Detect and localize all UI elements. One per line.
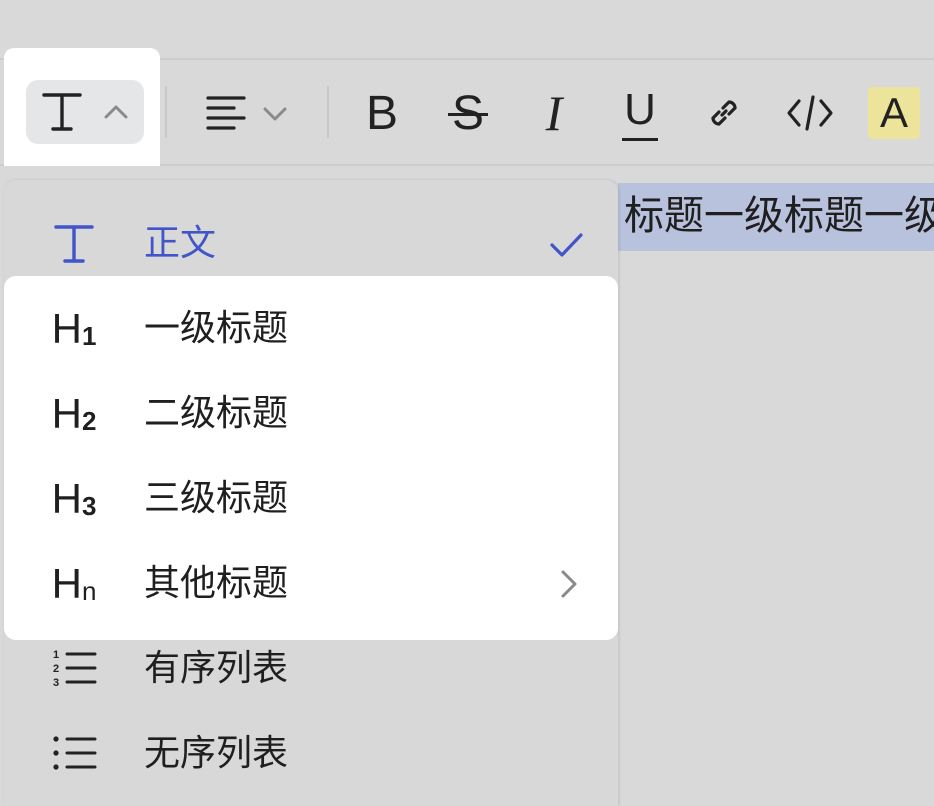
text-T-icon bbox=[36, 86, 88, 138]
heading-n-icon: Hn bbox=[51, 560, 97, 607]
highlight-icon: A bbox=[879, 89, 908, 136]
underline-button[interactable]: U bbox=[612, 85, 668, 141]
underline-icon: U bbox=[622, 85, 658, 141]
editor-window: B S I U A 标题一级标题一级 正文 H1 一级标题 H2 二级标题 H3… bbox=[0, 0, 934, 806]
menu-item-body-text[interactable]: 正文 bbox=[4, 202, 618, 286]
italic-button[interactable]: I bbox=[526, 85, 582, 141]
svg-text:2: 2 bbox=[53, 663, 59, 675]
checkmark-icon bbox=[546, 202, 586, 286]
selected-editor-text[interactable]: 标题一级标题一级标题 bbox=[618, 183, 934, 251]
code-icon bbox=[785, 91, 835, 135]
menu-item-heading-1[interactable]: H1 一级标题 bbox=[4, 287, 618, 371]
italic-icon: I bbox=[545, 85, 563, 141]
bold-icon: B bbox=[365, 86, 398, 140]
chevron-up-icon bbox=[98, 94, 134, 130]
heading-3-icon: H3 bbox=[51, 475, 97, 522]
bold-button[interactable]: B bbox=[354, 86, 410, 140]
svg-text:1: 1 bbox=[53, 649, 59, 661]
menu-item-other-headings[interactable]: Hn 其他标题 bbox=[4, 542, 618, 626]
menu-item-heading-3[interactable]: H3 三级标题 bbox=[4, 457, 618, 541]
svg-text:3: 3 bbox=[53, 677, 59, 689]
strikethrough-icon: S bbox=[447, 86, 488, 141]
strikethrough-button[interactable]: S bbox=[440, 86, 496, 140]
highlight-color-button[interactable]: A bbox=[868, 87, 920, 139]
menu-item-ordered-list[interactable]: 1 2 3 有序列表 bbox=[4, 627, 618, 711]
text-T-icon bbox=[42, 202, 106, 286]
menu-item-label: 三级标题 bbox=[144, 478, 289, 519]
menu-item-label: 其他标题 bbox=[144, 563, 289, 604]
code-button[interactable] bbox=[782, 86, 838, 140]
toolbar-divider bbox=[165, 86, 167, 138]
unordered-list-icon bbox=[42, 712, 106, 796]
menu-item-heading-2[interactable]: H2 二级标题 bbox=[4, 372, 618, 456]
text-style-button[interactable] bbox=[26, 80, 144, 144]
align-left-icon bbox=[200, 90, 250, 136]
chevron-down-icon bbox=[260, 98, 290, 128]
link-button[interactable] bbox=[696, 86, 752, 140]
toolbar-divider bbox=[327, 86, 329, 138]
menu-item-unordered-list[interactable]: 无序列表 bbox=[4, 712, 618, 796]
heading-1-icon: H1 bbox=[51, 305, 97, 352]
heading-2-icon: H2 bbox=[51, 390, 97, 437]
ordered-list-icon: 1 2 3 bbox=[42, 627, 106, 711]
menu-item-label: 无序列表 bbox=[144, 733, 289, 774]
menu-item-label: 一级标题 bbox=[144, 308, 289, 349]
align-button[interactable] bbox=[190, 86, 300, 140]
chevron-right-icon bbox=[550, 542, 586, 626]
link-icon bbox=[702, 91, 746, 135]
menu-item-label: 有序列表 bbox=[144, 648, 289, 689]
menu-item-label: 二级标题 bbox=[144, 393, 289, 434]
menu-item-label: 正文 bbox=[144, 223, 217, 264]
